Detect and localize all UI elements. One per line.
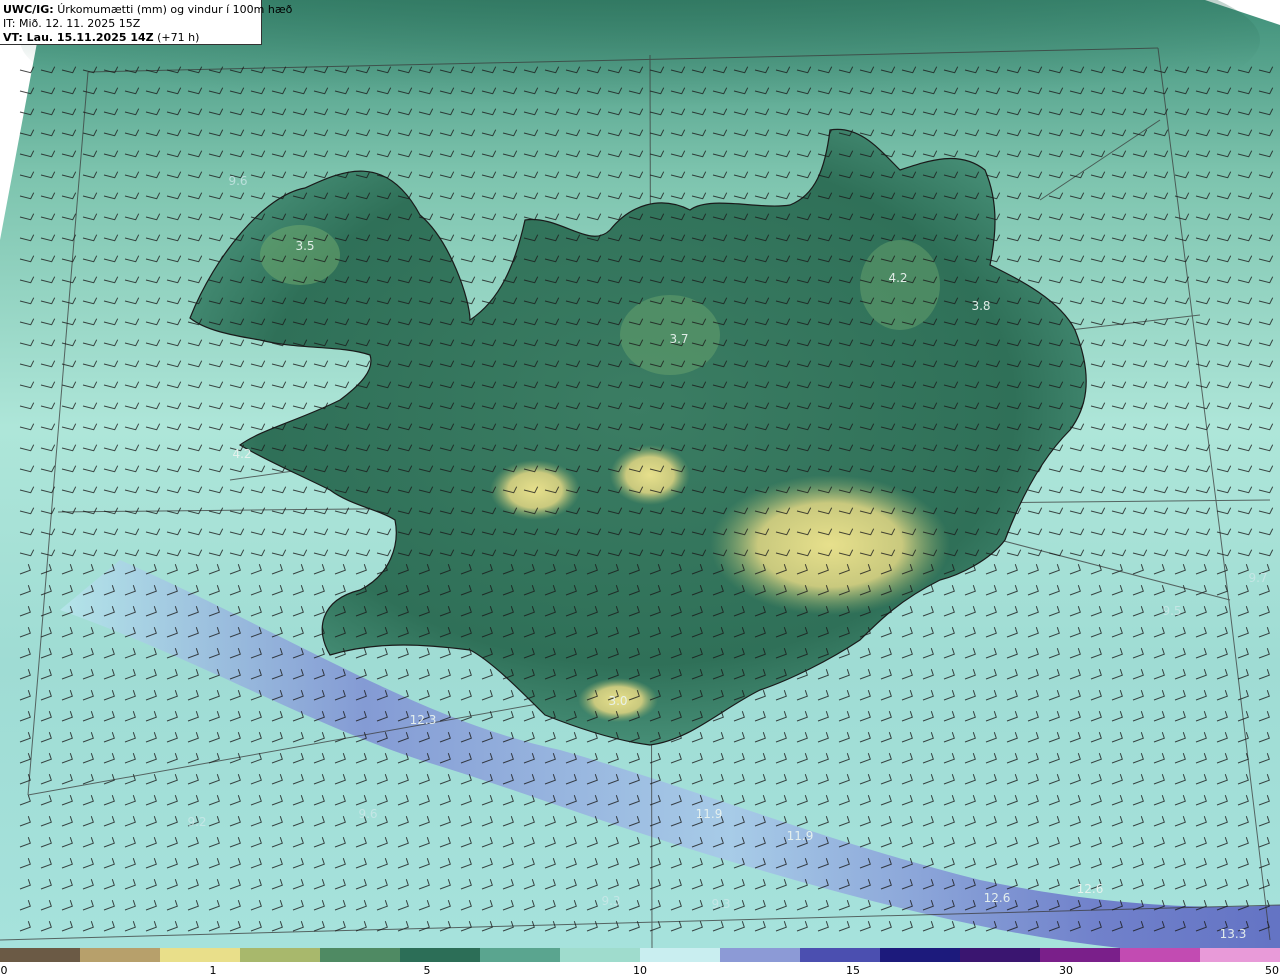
colorbar-tick-label: 15 [846, 964, 860, 977]
precip-value-label: 9.6 [358, 807, 377, 821]
colorbar-segment [720, 948, 801, 962]
colorbar-segment [960, 948, 1041, 962]
colorbar-segment [80, 948, 161, 962]
precip-value-label: 11.9 [696, 807, 723, 821]
valid-time: VT: Lau. 15.11.2025 14Z [3, 31, 154, 44]
colorbar-segment [480, 948, 561, 962]
map-title: Úrkomumætti (mm) og vindur í 100m hæð [57, 3, 293, 16]
map-title-line: UWC/IG: Úrkomumætti (mm) og vindur í 100… [3, 3, 292, 17]
precip-value-label: 11.9 [787, 829, 814, 843]
precip-value-label: 9.2 [187, 815, 206, 829]
init-time: IT: Mið. 12. 11. 2025 15Z [3, 17, 141, 30]
valid-time-line: VT: Lau. 15.11.2025 14Z (+71 h) [3, 31, 257, 45]
precip-value-label: 12.3 [410, 713, 437, 727]
colorbar [0, 948, 1280, 962]
precip-value-label: 3.7 [669, 332, 688, 346]
colorbar-segment [800, 948, 881, 962]
colorbar-tick-label: 10 [633, 964, 647, 977]
model-name: UWC/IG: [3, 3, 54, 16]
colorbar-tick-label: 30 [1059, 964, 1073, 977]
colorbar-segment [400, 948, 481, 962]
precip-value-label: 9.5 [1162, 604, 1181, 618]
precip-value-label: 9.6 [228, 174, 247, 188]
precip-value-label: 3.5 [295, 239, 314, 253]
colorbar-labels: 0 1 5 10 15 30 50 [0, 962, 1280, 978]
colorbar-tick-label: 50 [1265, 964, 1279, 977]
colorbar-segment [240, 948, 321, 962]
precip-value-label: 3.8 [971, 299, 990, 313]
precip-value-label: 9.3 [711, 897, 730, 911]
precip-value-label: 4.2 [888, 271, 907, 285]
colorbar-tick-label: 5 [423, 964, 431, 977]
colorbar-segment [160, 948, 241, 962]
precip-value-label: 9.7 [1248, 571, 1267, 585]
colorbar-segment [1120, 948, 1201, 962]
forecast-offset: (+71 h) [157, 31, 200, 44]
colorbar-segment [640, 948, 721, 962]
colorbar-segment [0, 948, 81, 962]
colorbar-tick-label: 0 [0, 964, 8, 977]
weather-map: 9.6 3.5 4.2 4.2 3.8 3.7 3.0 12.3 9.2 9.6 11.9 11.9 9… [0, 0, 1280, 948]
colorbar-segment [880, 948, 961, 962]
map-info-box: UWC/IG: Úrkomumætti (mm) og vindur í 100… [0, 0, 292, 45]
colorbar-segment [320, 948, 401, 962]
precip-value-label: 3.0 [608, 694, 627, 708]
precip-value-label: 9.3 [601, 894, 620, 908]
precip-value-label: 12.6 [984, 891, 1011, 905]
colorbar-tick-label: 1 [209, 964, 217, 977]
colorbar-segment [1200, 948, 1280, 962]
precip-value-label: 12.6 [1077, 882, 1104, 896]
colorbar-segment [560, 948, 641, 962]
precip-value-label: 13.3 [1220, 927, 1247, 941]
colorbar-segment [1040, 948, 1121, 962]
precip-value-label: 4.2 [232, 447, 251, 461]
